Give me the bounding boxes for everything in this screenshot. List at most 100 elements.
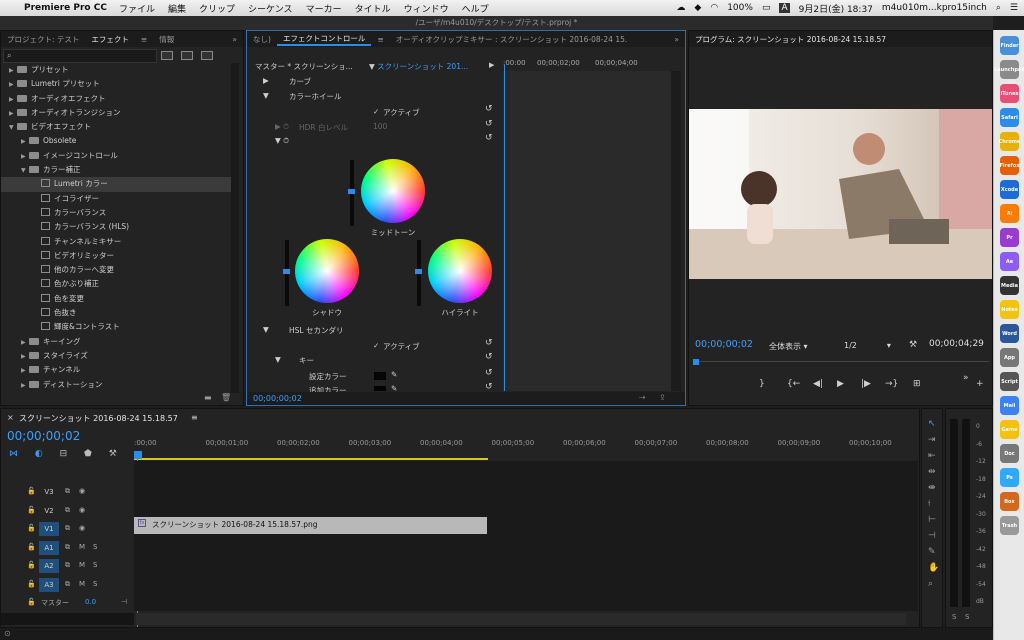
eye-icon[interactable]: ◉ xyxy=(79,524,85,532)
clip-selector[interactable]: ▼ スクリーンショット 201... xyxy=(369,61,468,72)
add-button-icon[interactable]: + xyxy=(976,379,984,389)
yuv-effects-icon[interactable] xyxy=(201,51,213,60)
eyedropper-icon[interactable]: ✎ xyxy=(391,370,397,379)
master-volume[interactable]: 0.0 xyxy=(85,598,96,606)
export-icon[interactable]: ⇪ xyxy=(659,393,666,402)
tab-project[interactable]: プロジェクト: テスト xyxy=(1,34,85,45)
mini-timeline-area[interactable] xyxy=(503,71,671,391)
dock-app-icon[interactable]: Finder xyxy=(1000,36,1019,55)
collapsed-arrow-icon[interactable]: ▶ xyxy=(9,107,17,121)
collapsed-arrow-icon[interactable]: ▶ xyxy=(9,64,17,78)
selection-tool-icon[interactable]: ↖ xyxy=(928,419,936,429)
mute-button[interactable]: M xyxy=(79,561,85,569)
vertical-scrollbar[interactable] xyxy=(909,461,918,611)
hsl-toggle[interactable]: ▼ xyxy=(263,325,269,334)
color-wheel-toggle[interactable]: ▼ xyxy=(263,91,269,100)
track-target-toggle[interactable]: V1 xyxy=(39,522,59,537)
more-tabs-icon[interactable]: » xyxy=(668,35,685,44)
snap-icon[interactable]: ⋈ xyxy=(9,449,18,459)
linked-selection-icon[interactable]: ◐ xyxy=(35,449,43,459)
wrench-icon[interactable]: ⚒ xyxy=(909,340,917,350)
sync-lock-icon[interactable]: ⧉ xyxy=(65,543,70,552)
menu-clip[interactable]: クリップ xyxy=(199,2,235,15)
close-icon[interactable]: × xyxy=(7,413,14,422)
mute-button[interactable]: M xyxy=(79,580,85,588)
collapsed-arrow-icon[interactable]: ▶ xyxy=(21,350,29,364)
slide-tool-icon[interactable]: ⊣ xyxy=(928,531,936,541)
panel-menu-icon[interactable]: ≡ xyxy=(371,35,389,44)
solo-right[interactable]: S xyxy=(965,613,969,621)
dropbox-icon[interactable]: ◆ xyxy=(694,3,701,13)
32bit-effects-icon[interactable] xyxy=(181,51,193,60)
sync-lock-icon[interactable]: ⧉ xyxy=(65,561,70,570)
tree-folder[interactable]: ▶ Obsolete xyxy=(1,134,233,148)
shadow-slider[interactable] xyxy=(283,240,290,306)
menu-file[interactable]: ファイル xyxy=(119,2,155,15)
track-target-toggle[interactable]: A2 xyxy=(39,559,59,574)
midtone-slider[interactable] xyxy=(348,160,355,226)
collapse-arrow-icon[interactable]: ▶ xyxy=(489,61,494,69)
lock-icon[interactable]: 🔓 xyxy=(27,506,36,514)
tree-folder[interactable]: ▶ オーディオエフェクト xyxy=(1,92,233,106)
tree-folder[interactable]: ▼ カラー補正 xyxy=(1,163,233,177)
resolution-select[interactable]: 1/2 ▾ xyxy=(844,341,891,350)
tree-folder[interactable]: ▶ プリセット xyxy=(1,63,233,77)
play-icon[interactable]: ▶ xyxy=(837,379,844,389)
effects-search-input[interactable]: ⌕ xyxy=(3,49,157,63)
tree-effect-item[interactable]: イコライザー xyxy=(1,192,233,206)
color-wheel-section[interactable]: カラーホイール xyxy=(289,91,342,102)
tab-effects[interactable]: エフェクト xyxy=(85,34,135,45)
clock[interactable]: 9月2日(金) 18:37 xyxy=(799,2,873,15)
search-icon[interactable]: ⌕ xyxy=(996,3,1001,13)
highlight-color-wheel[interactable]: + xyxy=(428,239,492,303)
video-clip[interactable]: fx スクリーンショット 2016-08-24 15.18.57.png xyxy=(134,517,487,534)
dock-app-icon[interactable]: Mail xyxy=(1000,396,1019,415)
dock-app-icon[interactable]: Notes xyxy=(1000,300,1019,319)
collapsed-arrow-icon[interactable]: ▶ xyxy=(21,364,29,378)
master-end-icon[interactable]: ⊣ xyxy=(121,598,127,606)
slider-knob[interactable] xyxy=(348,189,355,194)
tab-info[interactable]: 情報 xyxy=(153,34,180,45)
sync-lock-icon[interactable]: ⧉ xyxy=(65,524,70,533)
timeline-ruler[interactable]: :00;00 00;00;01;00 00;00;02;00 00;00;03;00 0… xyxy=(134,439,941,453)
dock-app-icon[interactable]: Pr xyxy=(1000,228,1019,247)
menu-sequence[interactable]: シーケンス xyxy=(248,2,293,15)
user-name[interactable]: m4u010m...kpro15inch xyxy=(882,3,987,13)
tab-audio-clip-mixer[interactable]: オーディオクリップミキサー : スクリーンショット 2016-08-24 15. xyxy=(390,34,634,45)
tree-folder[interactable]: ▶ スタイライズ xyxy=(1,349,233,363)
highlight-slider[interactable] xyxy=(415,240,422,306)
mute-button[interactable]: M xyxy=(79,543,85,551)
solo-left[interactable]: S xyxy=(952,613,956,621)
effect-controls-timecode[interactable]: 00;00;00;02 xyxy=(253,394,302,403)
dock-app-icon[interactable]: Doc xyxy=(1000,444,1019,463)
tree-effect-item[interactable]: 色かぶり補正 xyxy=(1,277,233,291)
tree-effect-item[interactable]: チャンネルミキサー xyxy=(1,235,233,249)
video-preview[interactable] xyxy=(689,109,992,279)
tree-effect-item[interactable]: カラーバランス (HLS) xyxy=(1,220,233,234)
solo-button[interactable]: S xyxy=(93,580,97,588)
expanded-arrow-icon[interactable]: ▼ xyxy=(9,121,17,135)
timeline-zoom-scrollbar[interactable] xyxy=(136,613,906,625)
solo-button[interactable]: S xyxy=(93,561,97,569)
dock-app-icon[interactable]: Box xyxy=(1000,492,1019,511)
reset-icon[interactable]: ↺ xyxy=(485,352,493,362)
timeline-timecode[interactable]: 00;00;00;02 xyxy=(7,429,80,443)
horizontal-scrollbar[interactable] xyxy=(1,613,134,625)
active-checkbox[interactable]: ✓ xyxy=(373,107,379,116)
wrench-icon[interactable]: ⚒ xyxy=(109,449,117,459)
mark-out-icon[interactable]: } xyxy=(759,379,765,389)
tab-source[interactable]: なし) xyxy=(247,34,277,45)
curve-toggle[interactable]: ▶ xyxy=(263,76,269,85)
reset-icon[interactable]: ↺ xyxy=(485,119,493,129)
eye-icon[interactable]: ◉ xyxy=(79,506,85,514)
cloud-icon[interactable]: ☁ xyxy=(676,3,685,13)
dock-app-icon[interactable]: Chrome xyxy=(999,132,1020,151)
expanded-arrow-icon[interactable]: ▼ xyxy=(21,164,29,178)
zoom-select[interactable]: 全体表示 ▾ xyxy=(769,341,808,352)
shadow-color-wheel[interactable]: + xyxy=(295,239,359,303)
key-toggle[interactable]: ▼ xyxy=(275,355,281,364)
dock-app-icon[interactable]: Game xyxy=(1000,420,1019,439)
dock-app-icon[interactable]: Word xyxy=(1000,324,1019,343)
tree-folder[interactable]: ▶ オーディオトランジション xyxy=(1,106,233,120)
hand-tool-icon[interactable]: ✋ xyxy=(928,563,939,573)
